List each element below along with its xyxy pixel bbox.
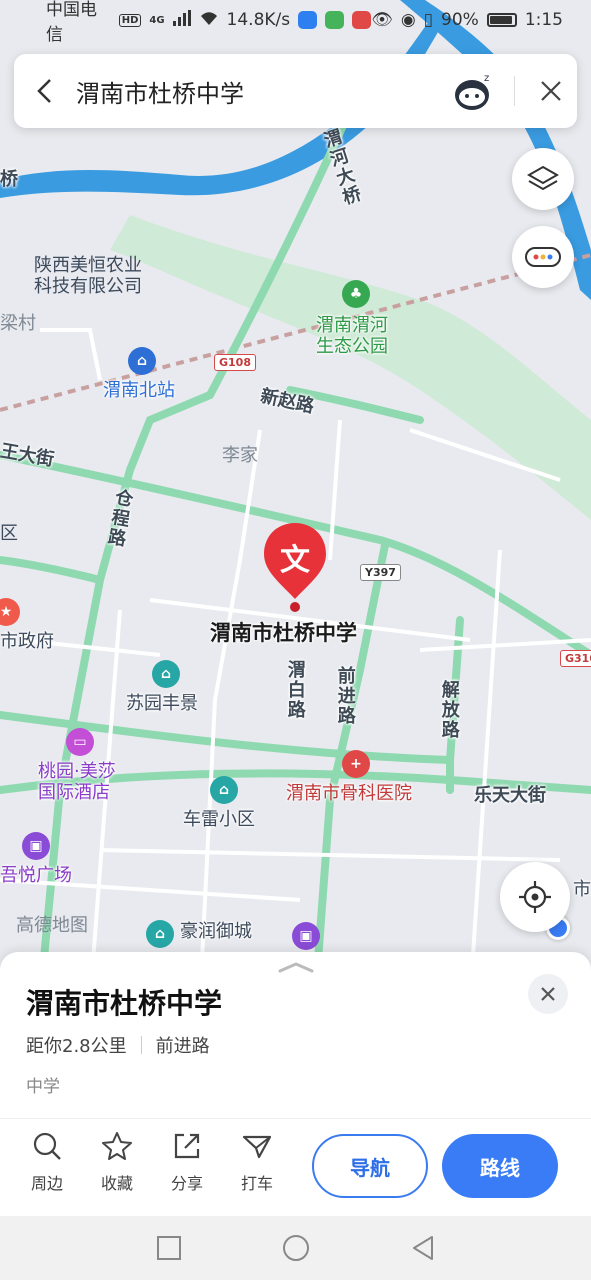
marker-label: 渭南市杜桥中学 — [210, 621, 357, 645]
crosshair-icon — [519, 881, 551, 913]
back-nav-button[interactable] — [410, 1235, 436, 1261]
favorite-label: 收藏 — [100, 1174, 133, 1193]
place-detail-sheet: 渭南市杜桥中学 距你2.8公里 前进路 中学 周边 收藏 分享 打车 导航 路线 — [0, 952, 591, 1216]
recent-apps-button[interactable] — [156, 1235, 182, 1261]
label-haorun[interactable]: 豪润御城 — [180, 921, 252, 943]
share-label: 分享 — [170, 1174, 203, 1193]
chevron-left-icon — [37, 79, 51, 103]
svg-text:z: z — [484, 73, 489, 84]
residential-icon-2[interactable]: ⌂ — [210, 776, 238, 804]
status-bar: 中国电信 HD 4G 14.8K/s 👁 ◉ ▯ 90% 1:15 — [0, 0, 591, 45]
navigate-button[interactable]: 导航 — [312, 1134, 428, 1198]
label-qianjin-road: 前进路 — [334, 666, 356, 726]
star-icon — [102, 1132, 132, 1160]
close-sheet-button[interactable] — [528, 974, 568, 1014]
eye-icon: 👁 — [371, 10, 393, 30]
hd-badge: HD — [118, 13, 142, 27]
label-plaza[interactable]: 吾悦广场 — [0, 865, 72, 887]
layers-button[interactable] — [512, 148, 574, 210]
info-separator — [140, 1036, 142, 1054]
vibrate-icon: ▯ — [423, 10, 434, 30]
route-button[interactable]: 路线 — [442, 1134, 558, 1198]
app-icon-2 — [325, 11, 345, 29]
sheet-divider — [0, 1118, 591, 1119]
label-weibai-road: 渭白路 — [284, 660, 306, 720]
home-button[interactable] — [282, 1234, 310, 1262]
taxi-button[interactable]: 打车 — [227, 1130, 287, 1194]
marker-glyph: 文 — [280, 543, 310, 578]
toolbox-icon — [525, 247, 561, 267]
hotel-icon[interactable]: ▭ — [66, 728, 94, 756]
system-nav-bar — [0, 1216, 591, 1280]
close-icon — [541, 987, 555, 1001]
shield-g310: G310 — [560, 650, 591, 667]
label-park[interactable]: 渭南渭河 生态公园 — [316, 315, 388, 357]
label-shizhengfu[interactable]: 市政府 — [0, 631, 54, 653]
label-liangcun: 梁村 — [0, 313, 36, 334]
label-station[interactable]: 渭南北站 — [103, 380, 175, 402]
network-type: 4G — [149, 14, 165, 26]
label-jiefang-road: 解放路 — [438, 680, 460, 740]
shield-g108: G108 — [214, 354, 256, 371]
divider — [514, 76, 515, 106]
label-letian-street: 乐天大街 — [474, 785, 546, 806]
search-bar: 渭南市杜桥中学 z — [14, 54, 577, 128]
search-query[interactable]: 渭南市杜桥中学 — [76, 74, 452, 109]
drag-handle-icon[interactable] — [276, 960, 316, 974]
location-icon: ◉ — [400, 10, 416, 30]
place-marker[interactable]: 文 — [262, 521, 328, 613]
nearby-label: 周边 — [30, 1174, 63, 1193]
place-road: 前进路 — [155, 1036, 210, 1057]
label-qiao: 桥 — [0, 169, 18, 190]
label-hospital[interactable]: 渭南市骨科医院 — [286, 783, 412, 805]
label-suyuan[interactable]: 苏园丰景 — [126, 693, 198, 715]
shopping-icon[interactable]: ▣ — [22, 832, 50, 860]
clear-search-button[interactable] — [525, 54, 577, 128]
place-info-row: 距你2.8公里 前进路 — [26, 1032, 210, 1058]
label-cheliu[interactable]: 车雷小区 — [183, 809, 255, 831]
action-bar: 周边 收藏 分享 打车 导航 路线 — [0, 1130, 591, 1210]
voice-assistant-button[interactable]: z — [452, 69, 496, 113]
taxi-label: 打车 — [240, 1174, 273, 1193]
carrier: 中国电信 — [46, 0, 97, 45]
taxi-icon — [242, 1135, 272, 1159]
search-icon — [33, 1132, 61, 1160]
clock: 1:15 — [524, 10, 563, 30]
network-speed: 14.8K/s — [226, 10, 291, 30]
label-qu: 区 — [0, 523, 18, 544]
place-distance: 距你2.8公里 — [26, 1036, 127, 1057]
place-title: 渭南市杜桥中学 — [26, 987, 223, 1020]
map-canvas — [0, 0, 591, 1000]
hospital-icon[interactable]: + — [342, 750, 370, 778]
label-gaode-watermark: 高德地图 — [16, 915, 88, 936]
nearby-button[interactable]: 周边 — [17, 1130, 77, 1194]
label-lijia: 李家 — [222, 445, 258, 466]
close-icon — [541, 81, 561, 101]
app-k-icon — [298, 11, 318, 29]
back-button[interactable] — [14, 54, 76, 128]
robot-assistant-icon: z — [455, 73, 489, 110]
favorite-button[interactable]: 收藏 — [87, 1130, 147, 1194]
share-icon — [174, 1133, 200, 1159]
label-company[interactable]: 陕西美恒农业 科技有限公司 — [34, 255, 142, 297]
app-icon-3 — [352, 11, 372, 29]
more-tools-button[interactable] — [512, 226, 574, 288]
battery-percent: 90% — [441, 10, 479, 30]
place-category: 中学 — [26, 1077, 60, 1097]
label-hotel[interactable]: 桃园·美莎 国际酒店 — [38, 761, 116, 803]
map-view[interactable]: 陕西美恒农业 科技有限公司 梁村 ♣ 渭南渭河 生态公园 ⌂ 渭南北站 G108… — [0, 0, 591, 1000]
battery-icon — [486, 13, 517, 27]
residential-icon[interactable]: ⌂ — [152, 660, 180, 688]
residential-icon-3[interactable]: ⌂ — [146, 920, 174, 948]
label-shi: 市 — [573, 879, 591, 900]
locate-me-button[interactable] — [500, 862, 570, 932]
layers-icon — [526, 165, 560, 191]
signal-icon — [172, 9, 191, 31]
shield-y397: Y397 — [360, 564, 401, 581]
park-icon[interactable]: ♣ — [342, 280, 370, 308]
wifi-icon — [199, 10, 219, 31]
train-station-icon[interactable]: ⌂ — [128, 347, 156, 375]
shopping-icon-2[interactable]: ▣ — [292, 922, 320, 950]
share-button[interactable]: 分享 — [157, 1130, 217, 1194]
